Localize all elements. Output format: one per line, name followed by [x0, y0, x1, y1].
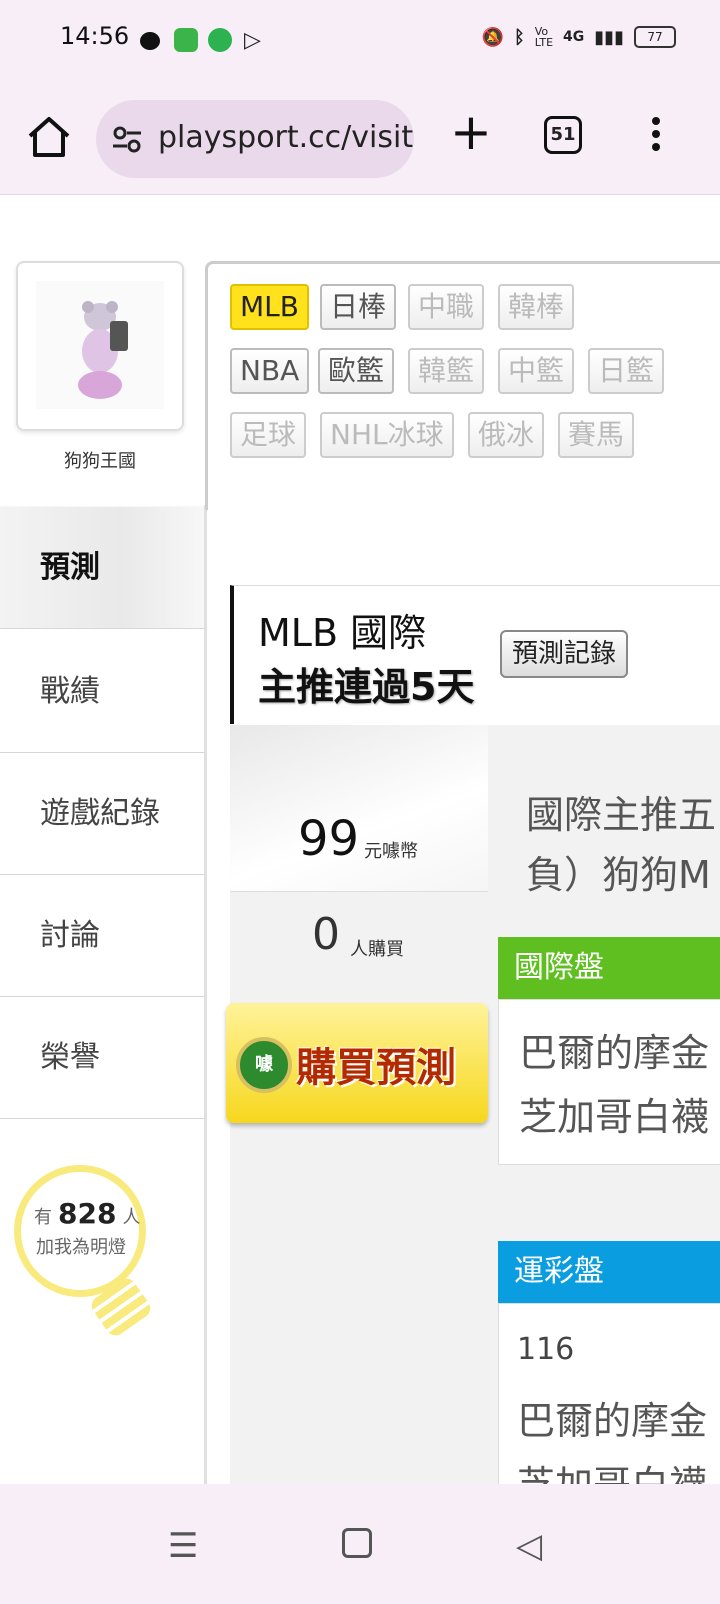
web-page: 狗狗王國 預測 戰績 遊戲紀錄 討論 榮譽 有 828 人 加我為明燈 MLB 日棒…	[0, 195, 720, 1485]
tag-euro-basketball[interactable]: 歐籃	[318, 348, 395, 394]
tag-horse-racing[interactable]: 賽馬	[558, 412, 635, 458]
tag-nba[interactable]: NBA	[230, 348, 310, 394]
sidebar-divider	[204, 505, 207, 1485]
tag-korea-basketball[interactable]: 韓籃	[408, 348, 485, 394]
tag-nhl[interactable]: NHL冰球	[320, 412, 454, 458]
shopping-app-icon	[174, 28, 198, 52]
sports-lottery-body: 116 巴爾的摩金 芝加哥白襪	[498, 1303, 720, 1485]
buy-prediction-label: 購買預測	[296, 1045, 456, 1091]
signal-4g-icon: 4G	[563, 29, 585, 45]
profile-card[interactable]	[16, 261, 184, 431]
headline-subtitle: 主推連過5天	[258, 665, 475, 709]
more-menu-icon[interactable]	[648, 112, 664, 158]
recent-apps-icon[interactable]: ☰	[168, 1526, 198, 1566]
game-number: 116	[517, 1332, 575, 1367]
team-name: 巴爾的摩金	[517, 1399, 708, 1443]
url-bar[interactable]: playsport.cc/visit	[96, 100, 414, 178]
tag-cpbl[interactable]: 中職	[408, 284, 485, 330]
prediction-headline: MLB 國際 主推連過5天 預測記錄	[230, 585, 720, 724]
coin-logo-icon: 噱	[236, 1037, 292, 1093]
site-settings-icon[interactable]	[112, 124, 142, 154]
fans-count: 828	[58, 1197, 117, 1230]
prediction-content: 99 元噱幣 0 人購買 噱 購買預測 國際主推五 負）狗狗M 國際盤 巴爾的摩…	[226, 725, 720, 1485]
team-name: 芝加哥白襪	[519, 1095, 710, 1139]
tag-soccer[interactable]: 足球	[230, 412, 307, 458]
status-bar: 14:56 ▷ 🔕 ᛒ Vo LTE 4G ▮▮▮ 77	[0, 0, 720, 82]
tag-japan-basketball[interactable]: 日籃	[588, 348, 665, 394]
price-unit: 元噱幣	[364, 841, 418, 862]
battery-icon: 77	[634, 26, 676, 48]
fans-prefix: 有	[34, 1207, 52, 1228]
new-tab-button[interactable]: +	[450, 107, 492, 158]
description-line: 負）狗狗M	[526, 853, 711, 897]
upload-app-icon	[208, 28, 232, 52]
description-line: 國際主推五	[526, 793, 717, 837]
sidebar-item-discussion[interactable]: 討論	[0, 875, 204, 997]
sports-lottery-header: 運彩盤	[498, 1241, 720, 1303]
fans-suffix: 人	[122, 1207, 141, 1228]
tag-mlb[interactable]: MLB	[230, 284, 309, 330]
buyers-unit: 人購買	[350, 939, 404, 960]
fans-count-line: 有 828 人	[34, 1197, 140, 1230]
international-odds-body: 巴爾的摩金 芝加哥白襪	[498, 999, 720, 1165]
url-text: playsport.cc/visit	[158, 120, 414, 155]
buyers-count: 0	[312, 909, 340, 960]
status-time: 14:56	[60, 22, 130, 50]
price-value: 99	[298, 811, 360, 867]
team-name: 芝加哥白襪	[517, 1463, 708, 1485]
sidebar-item-record[interactable]: 戰績	[0, 631, 204, 753]
play-store-icon: ▷	[244, 28, 261, 53]
sidebar-item-game-history[interactable]: 遊戲紀錄	[0, 753, 204, 875]
international-odds-header: 國際盤	[498, 937, 720, 999]
prediction-description: 國際主推五 負）狗狗M	[526, 785, 716, 905]
prediction-record-button[interactable]: 預測記錄	[500, 630, 629, 678]
bluetooth-icon: ᛒ	[513, 26, 525, 48]
avatar[interactable]	[36, 281, 164, 409]
follow-label: 加我為明燈	[36, 1237, 126, 1258]
signal-bars-icon: ▮▮▮	[594, 26, 624, 48]
tag-china-basketball[interactable]: 中籃	[498, 348, 575, 394]
status-right-icons: 🔕 ᛒ Vo LTE 4G ▮▮▮ 77	[482, 26, 676, 48]
team-name: 巴爾的摩金	[519, 1031, 710, 1075]
system-nav-bar: ☰ ◁	[0, 1484, 720, 1604]
tag-npb[interactable]: 日棒	[320, 284, 397, 330]
home-nav-icon[interactable]	[342, 1528, 372, 1558]
headline-title: MLB 國際	[258, 611, 427, 655]
tag-kbo[interactable]: 韓棒	[498, 284, 575, 330]
chat-app-icon	[140, 32, 160, 50]
sidebar-item-predictions[interactable]: 預測	[0, 507, 204, 629]
buy-prediction-button[interactable]: 噱 購買預測	[226, 1003, 488, 1123]
browser-toolbar: playsport.cc/visit + 51	[0, 82, 720, 195]
tag-khl[interactable]: 俄冰	[468, 412, 545, 458]
sidebar-item-honors[interactable]: 榮譽	[0, 997, 204, 1119]
tab-switcher-button[interactable]: 51	[544, 116, 582, 154]
profile-name[interactable]: 狗狗王國	[0, 447, 200, 473]
league-tags-panel: MLB 日棒 中職 韓棒 NBA 歐籃 韓籃 中籃 日籃 足球 NHL冰球 俄冰…	[205, 261, 720, 510]
volte-icon: Vo LTE	[534, 25, 554, 49]
home-icon[interactable]	[26, 114, 72, 160]
back-icon[interactable]: ◁	[516, 1526, 542, 1566]
bell-mute-icon: 🔕	[481, 26, 504, 48]
